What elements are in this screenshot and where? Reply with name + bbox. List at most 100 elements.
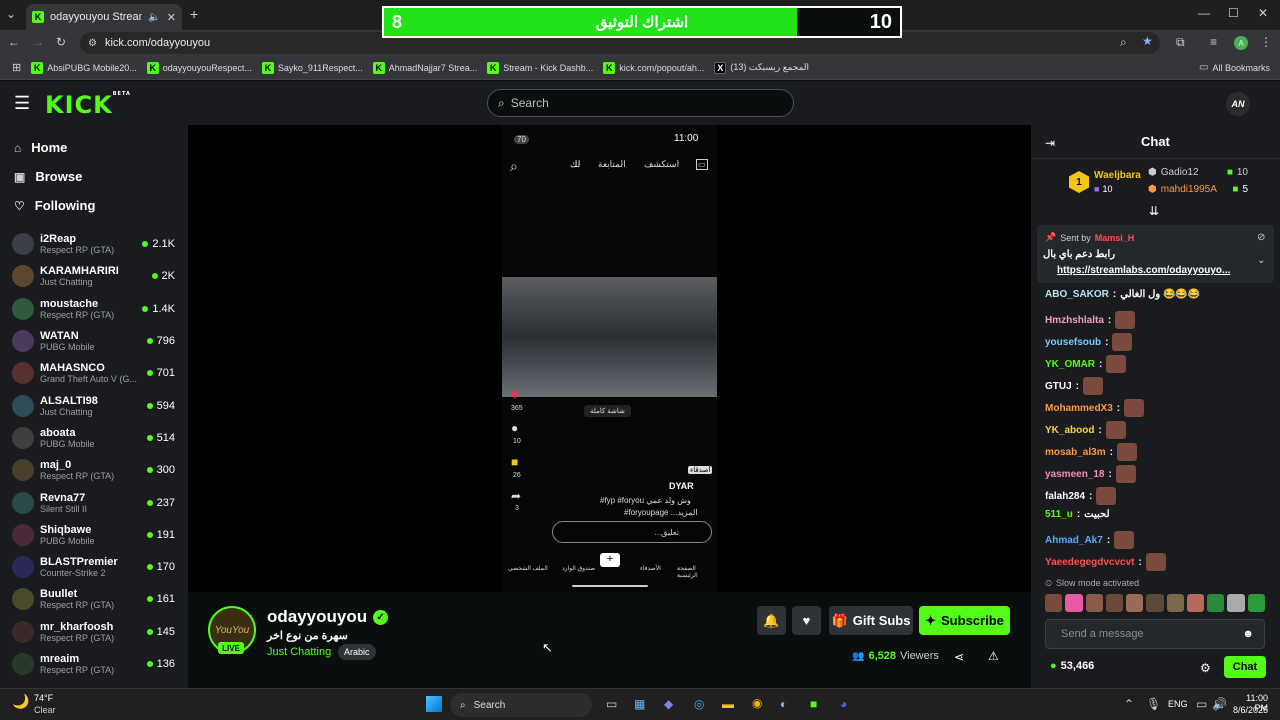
- expand-pinned-icon[interactable]: ⌄: [1257, 255, 1265, 266]
- reload-icon[interactable]: ↻: [56, 35, 66, 49]
- chat-username[interactable]: yousefsoub: [1045, 337, 1101, 348]
- extensions-icon[interactable]: ⧉: [1176, 35, 1185, 50]
- store-icon[interactable]: ▦: [634, 697, 645, 711]
- sidebar-channel[interactable]: WATAN PUBG Mobile 796: [0, 325, 188, 357]
- send-chat-button[interactable]: Chat: [1224, 656, 1266, 678]
- emote-icon[interactable]: [1166, 594, 1184, 612]
- chat-username[interactable]: mosab_al3m: [1045, 447, 1106, 458]
- chat-username[interactable]: YK_OMAR: [1045, 359, 1095, 370]
- expand-leaderboard-icon[interactable]: ⇊: [1149, 204, 1159, 218]
- sidebar-channel[interactable]: MAHASNCO Grand Theft Auto V (G... 701: [0, 357, 188, 389]
- kick-app-icon[interactable]: ■: [810, 697, 817, 711]
- chat-username[interactable]: MohammedX3: [1045, 403, 1113, 414]
- pinned-link[interactable]: https://streamlabs.com/odayyouyo...: [1057, 265, 1230, 276]
- sidebar-channel[interactable]: i2Reap Respect RP (GTA) 2.1K: [0, 228, 188, 260]
- unpin-icon[interactable]: ⊘: [1257, 232, 1265, 243]
- bookmark-item[interactable]: KodayyouyouRespect...: [146, 61, 252, 74]
- share-icon[interactable]: ⋖: [954, 650, 964, 664]
- emote-icon[interactable]: [1045, 594, 1063, 612]
- weather-temp[interactable]: 74°F: [34, 693, 53, 703]
- bookmark-item[interactable]: K Stream - Kick Dashb...: [487, 61, 593, 74]
- sidebar-channel[interactable]: mreaim Respect RP (GTA) 136: [0, 648, 188, 680]
- audio-icon[interactable]: 🔈: [148, 12, 160, 23]
- chat-username[interactable]: Hmzhshlalta: [1045, 315, 1104, 326]
- stream-tag[interactable]: Arabic: [338, 644, 376, 660]
- notification-bell-button[interactable]: 🔔: [757, 606, 786, 635]
- pinned-user[interactable]: Mamsi_H: [1095, 233, 1135, 243]
- leaderboard-entry[interactable]: ⬢ mahdi1995A ■ 5: [1148, 184, 1248, 195]
- chat-message-input[interactable]: Send a message ☻: [1045, 619, 1265, 649]
- network-icon[interactable]: ▭: [1196, 697, 1207, 711]
- windows-start-icon[interactable]: [426, 696, 442, 712]
- report-icon[interactable]: ⚠: [988, 649, 999, 663]
- follow-button[interactable]: ♥: [792, 606, 821, 635]
- leaderboard-name[interactable]: Waeljbara: [1094, 170, 1141, 181]
- chat-username[interactable]: Yaeedegegdvcvcvt: [1045, 557, 1135, 568]
- sidebar-channel[interactable]: Revna77 Silent Still II 237: [0, 486, 188, 518]
- sidebar-channel[interactable]: maj_0 Respect RP (GTA) 300: [0, 454, 188, 486]
- sidebar-channel[interactable]: mr_kharfoosh Respect RP (GTA) 145: [0, 616, 188, 648]
- emote-icon[interactable]: [1227, 594, 1245, 612]
- sidebar-channel[interactable]: KARAMHARIRI Just Chatting 2K: [0, 260, 188, 292]
- file-explorer-icon[interactable]: ▬: [722, 697, 734, 711]
- emoji-picker-icon[interactable]: ☻: [1242, 628, 1254, 640]
- steam-icon[interactable]: ◐: [780, 697, 787, 711]
- nav-following[interactable]: ♡ Following: [0, 191, 188, 220]
- nav-home[interactable]: ⌂ Home: [0, 133, 188, 162]
- sidebar-channel[interactable]: Shiqbawe PUBG Mobile 191: [0, 519, 188, 551]
- language-indicator[interactable]: ENG: [1168, 699, 1188, 709]
- task-view-icon[interactable]: ▭: [606, 697, 617, 711]
- sidebar-channel[interactable]: aboata PUBG Mobile 514: [0, 422, 188, 454]
- teams-icon[interactable]: ◆: [664, 697, 673, 711]
- sidebar-channel[interactable]: ALSALTI98 Just Chatting 594: [0, 389, 188, 421]
- apps-grid-icon[interactable]: ⊞: [12, 61, 21, 74]
- all-bookmarks-button[interactable]: ▭ All Bookmarks: [1199, 62, 1270, 73]
- profile-avatar[interactable]: A: [1234, 36, 1248, 50]
- collapse-chat-icon[interactable]: ⇥: [1045, 136, 1055, 150]
- hamburger-menu-icon[interactable]: ☰: [14, 93, 30, 114]
- stream-category-link[interactable]: Just Chatting: [267, 646, 331, 658]
- chat-username[interactable]: YK_abood: [1045, 425, 1094, 436]
- emote-icon[interactable]: [1105, 594, 1124, 612]
- bookmark-item[interactable]: K AhmadNajjar7 Strea...: [372, 61, 477, 74]
- bookmark-star-icon[interactable]: ★: [1142, 34, 1153, 48]
- nav-browse[interactable]: ▣ Browse: [0, 162, 188, 191]
- gift-subs-button[interactable]: 🎁 Gift Subs: [829, 606, 913, 635]
- leaderboard-entry[interactable]: ⬢ Gadio12 ■ 10: [1148, 167, 1248, 178]
- close-window-icon[interactable]: ✕: [1258, 6, 1268, 20]
- chat-username[interactable]: yasmeen_18: [1045, 469, 1105, 480]
- kick-logo[interactable]: KICKBETA: [45, 91, 131, 119]
- tray-overflow-icon[interactable]: ⌃: [1124, 697, 1134, 711]
- close-tab-icon[interactable]: ✕: [167, 11, 176, 24]
- zoom-icon[interactable]: ⌕: [1120, 35, 1127, 50]
- chrome-icon[interactable]: ◉: [752, 696, 762, 710]
- emote-icon[interactable]: [1247, 594, 1265, 612]
- new-tab-icon[interactable]: +: [190, 6, 198, 22]
- chat-username[interactable]: 511_u: [1045, 509, 1073, 520]
- channel-name[interactable]: odayyouyou: [267, 607, 367, 627]
- tab-list-icon[interactable]: ⌄: [6, 7, 16, 21]
- emote-icon[interactable]: [1126, 594, 1144, 612]
- site-info-icon[interactable]: ⚙: [88, 38, 97, 49]
- menu-icon[interactable]: ⋮: [1260, 35, 1272, 49]
- back-icon[interactable]: ←: [8, 35, 20, 49]
- emote-icon[interactable]: [1186, 594, 1205, 612]
- bookmark-item[interactable]: X (13) المجمع ريسبكت: [714, 61, 809, 74]
- edge-icon[interactable]: ◎: [694, 697, 704, 711]
- search-input[interactable]: ⌕ Search: [487, 89, 794, 117]
- sidebar-channel[interactable]: moustache Respect RP (GTA) 1.4K: [0, 293, 188, 325]
- user-avatar[interactable]: AN: [1226, 92, 1250, 116]
- bookmark-item[interactable]: K Sayko_911Respect...: [261, 61, 363, 74]
- browser-tab[interactable]: K odayyouyou Stream - Watc 🔈 ✕: [26, 4, 182, 30]
- emote-icon[interactable]: [1146, 594, 1164, 612]
- microphone-icon[interactable]: 🎙: [1146, 697, 1161, 711]
- chat-username[interactable]: Ahmad_Ak7: [1045, 535, 1103, 546]
- chat-username[interactable]: ABO_SAKOR: [1045, 289, 1109, 300]
- discord-icon[interactable]: ◕: [840, 697, 847, 711]
- chat-username[interactable]: GTUJ: [1045, 381, 1072, 392]
- subscribe-button[interactable]: ✦ Subscribe: [919, 606, 1010, 635]
- taskbar-search[interactable]: ⌕ Search: [450, 693, 592, 717]
- media-icon[interactable]: ≡: [1210, 35, 1217, 49]
- sidebar-channel[interactable]: BLASTPremier Counter-Strike 2 170: [0, 551, 188, 583]
- bookmark-item[interactable]: Kkick.com/popout/ah...: [603, 61, 704, 74]
